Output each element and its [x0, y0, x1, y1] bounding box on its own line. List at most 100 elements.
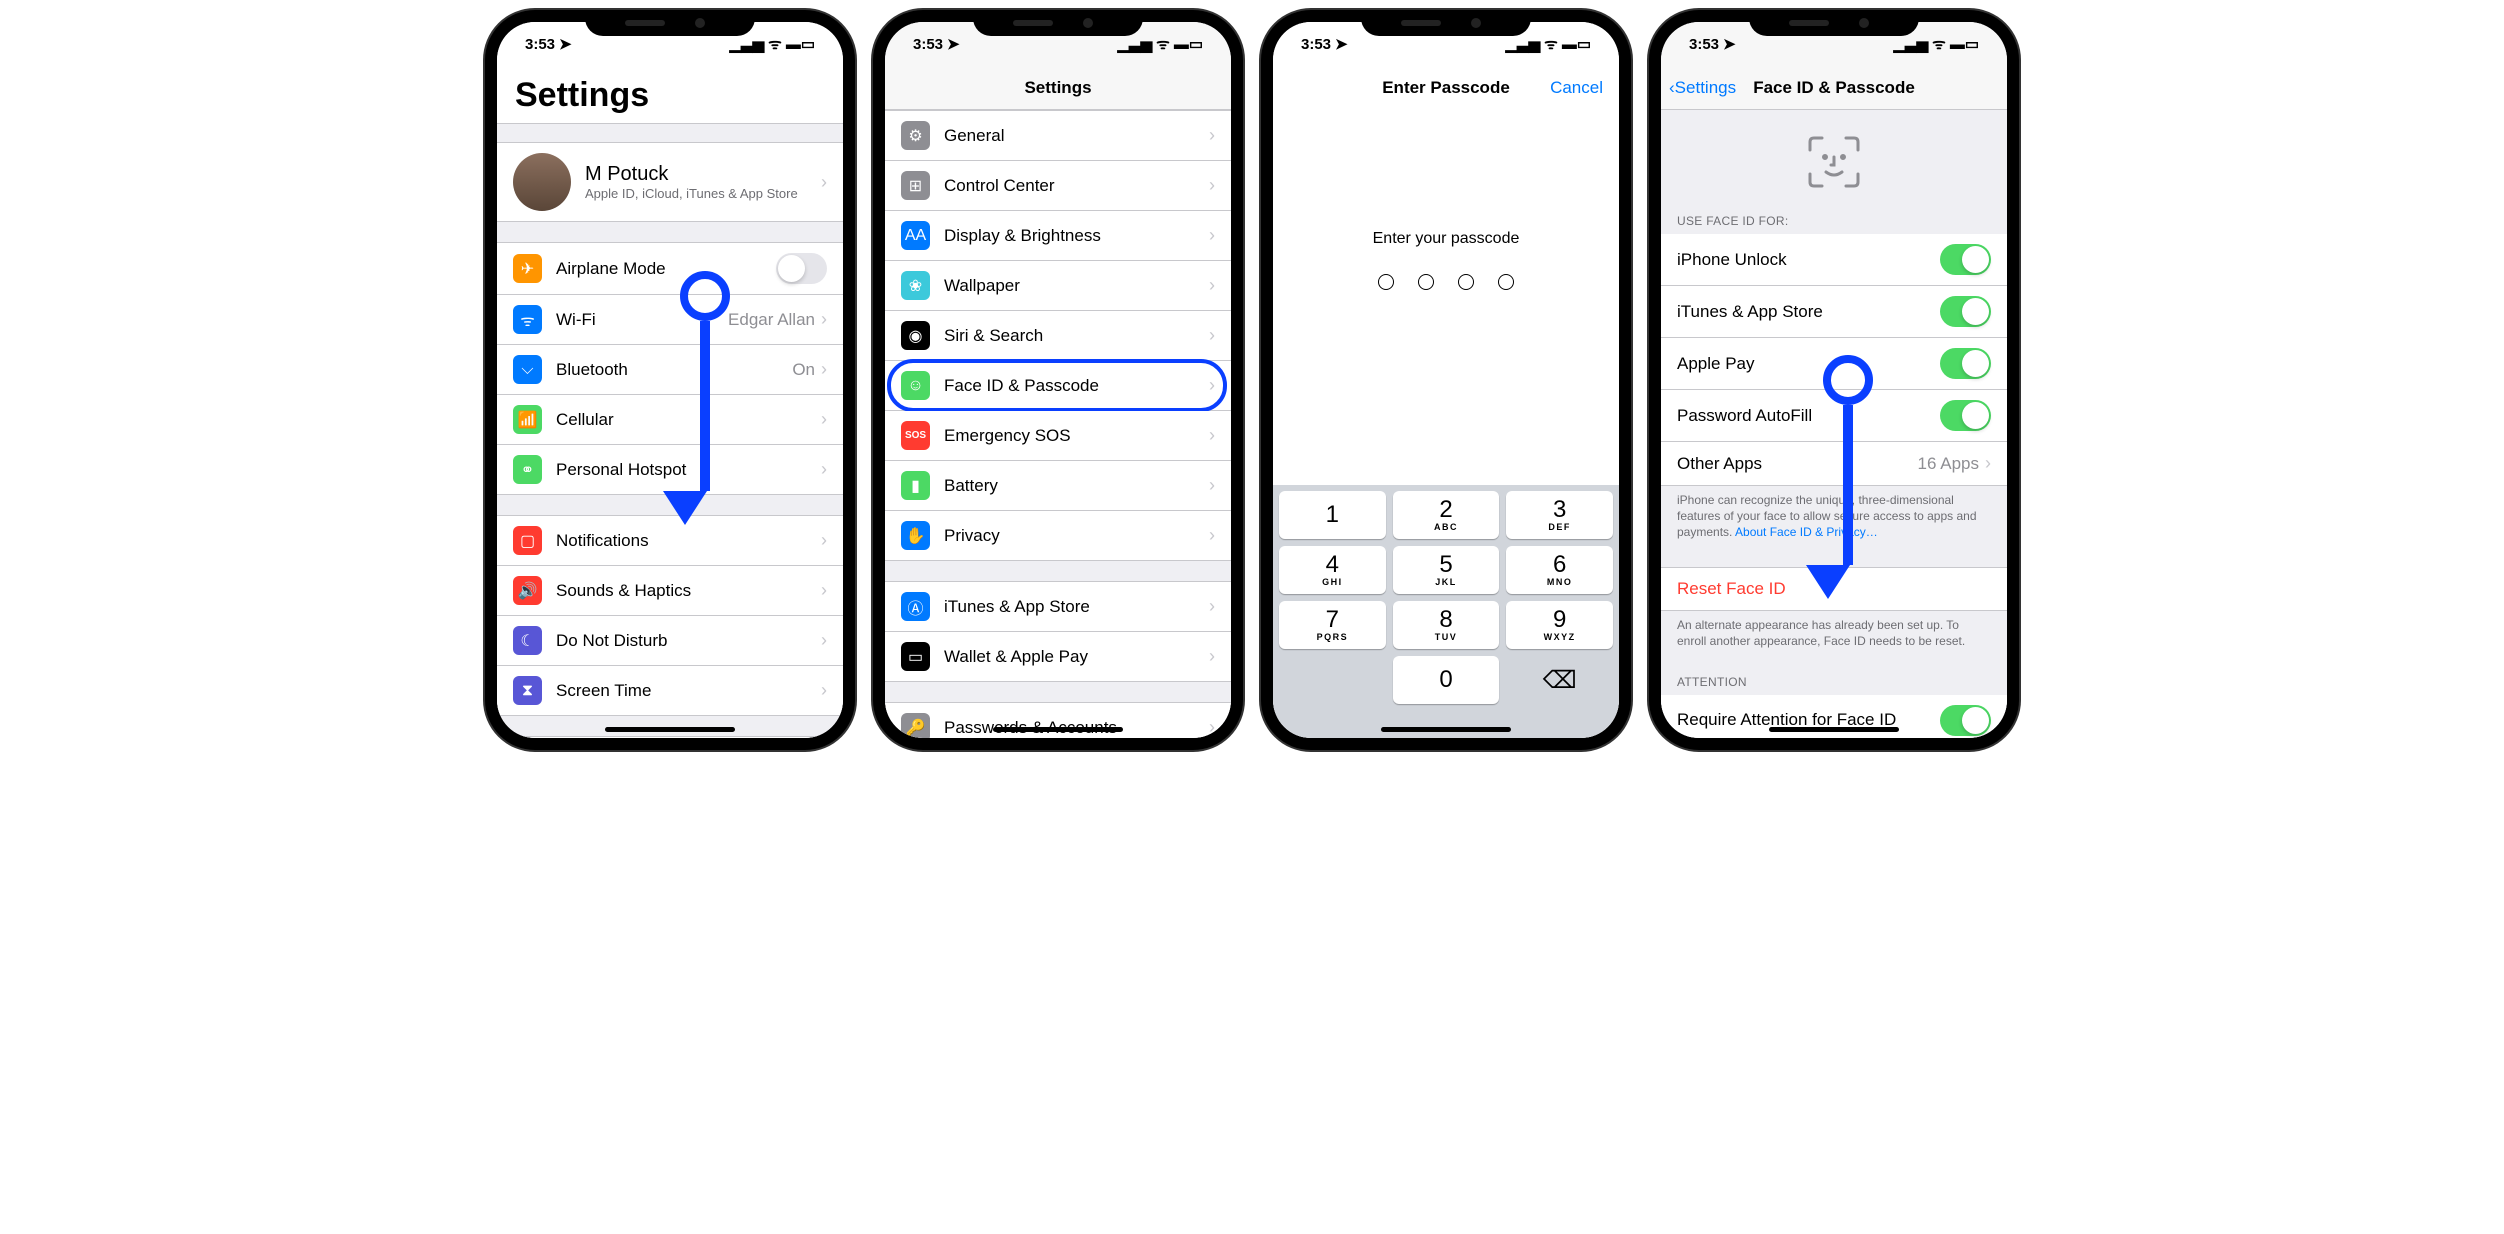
profile-name: M Potuck — [585, 163, 821, 186]
status-time: 3:53 — [525, 36, 555, 53]
key-4[interactable]: 4GHI — [1279, 546, 1386, 594]
wallet-cell[interactable]: ▭Wallet & Apple Pay› — [885, 632, 1231, 682]
key-8[interactable]: 8TUV — [1393, 601, 1500, 649]
chevron-icon: › — [1209, 717, 1215, 738]
key-0[interactable]: 0 — [1393, 656, 1500, 704]
chevron-icon: › — [821, 580, 827, 601]
wallpaper-cell[interactable]: ❀Wallpaper› — [885, 261, 1231, 311]
notch — [1749, 10, 1919, 36]
chevron-icon: › — [1209, 375, 1215, 396]
location-icon: ➤ — [559, 35, 572, 53]
phone-1: 3:53➤ ▁▃▅ᯤ▬▭ Settings M PotuckApple ID, … — [485, 10, 855, 750]
home-indicator[interactable] — [993, 727, 1123, 732]
hotspot-icon: ⚭ — [513, 455, 542, 484]
hourglass-icon: ⧗ — [513, 676, 542, 705]
chevron-icon: › — [1209, 325, 1215, 346]
battery-icon: ▬▭ — [1950, 35, 1979, 53]
otherapps-cell[interactable]: Other Apps16 Apps› — [1661, 442, 2007, 486]
chevron-icon: › — [1209, 596, 1215, 617]
sounds-cell[interactable]: 🔊Sounds & Haptics› — [497, 566, 843, 616]
bluetooth-cell[interactable]: ⌵BluetoothOn› — [497, 345, 843, 395]
cancel-button[interactable]: Cancel — [1550, 78, 1603, 98]
airplane-toggle[interactable] — [776, 253, 827, 284]
notch — [973, 10, 1143, 36]
controlcenter-cell[interactable]: ⊞Control Center› — [885, 161, 1231, 211]
key-delete[interactable]: ⌫ — [1506, 656, 1613, 704]
faceid-large-icon — [1806, 134, 1862, 190]
gear-icon: ⚙ — [901, 121, 930, 150]
wifi-icon: ᯤ — [513, 305, 542, 334]
sos-icon: SOS — [901, 421, 930, 450]
signal-icon: ▁▃▅ — [1506, 35, 1541, 53]
itunes-appstore-cell[interactable]: iTunes & App Store — [1661, 286, 2007, 338]
sos-cell[interactable]: SOSEmergency SOS› — [885, 411, 1231, 461]
airplane-mode-cell[interactable]: ✈Airplane Mode — [497, 242, 843, 295]
section-header: USE FACE ID FOR: — [1661, 208, 2007, 234]
navbar: Settings — [885, 66, 1231, 110]
chevron-icon: › — [821, 172, 827, 193]
section-header: ATTENTION — [1661, 669, 2007, 695]
attention-toggle[interactable] — [1940, 705, 1991, 736]
back-button[interactable]: ‹ Settings — [1669, 78, 1736, 98]
moon-icon: ☾ — [513, 626, 542, 655]
chevron-icon: › — [1209, 125, 1215, 146]
wifi-icon: ᯤ — [1932, 34, 1946, 54]
cellular-cell[interactable]: 📶Cellular› — [497, 395, 843, 445]
home-indicator[interactable] — [605, 727, 735, 732]
passcode-prompt: Enter your passcode — [1273, 230, 1619, 248]
avatar — [513, 153, 571, 211]
apple-id-cell[interactable]: M PotuckApple ID, iCloud, iTunes & App S… — [497, 142, 843, 222]
profile-sub: Apple ID, iCloud, iTunes & App Store — [585, 186, 821, 201]
general-cell[interactable]: ⚙General› — [497, 736, 843, 738]
key-7[interactable]: 7PQRS — [1279, 601, 1386, 649]
faceid-cell[interactable]: ☺Face ID & Passcode› — [885, 361, 1231, 411]
iphone-unlock-toggle[interactable] — [1940, 244, 1991, 275]
key-5[interactable]: 5JKL — [1393, 546, 1500, 594]
notifications-icon: ▢ — [513, 526, 542, 555]
key-2[interactable]: 2ABC — [1393, 491, 1500, 539]
itunes-cell[interactable]: ⒶiTunes & App Store› — [885, 581, 1231, 632]
notifications-cell[interactable]: ▢Notifications› — [497, 515, 843, 566]
location-icon: ➤ — [1723, 35, 1736, 53]
wallet-icon: ▭ — [901, 642, 930, 671]
sounds-icon: 🔊 — [513, 576, 542, 605]
key-6[interactable]: 6MNO — [1506, 546, 1613, 594]
key-1[interactable]: 1 — [1279, 491, 1386, 539]
navbar: Enter Passcode Cancel — [1273, 66, 1619, 110]
notch — [1361, 10, 1531, 36]
privacy-cell[interactable]: ✋Privacy› — [885, 511, 1231, 561]
wifi-icon: ᯤ — [768, 34, 782, 54]
itunes-toggle[interactable] — [1940, 296, 1991, 327]
passwords-cell[interactable]: 🔑Passwords & Accounts› — [885, 702, 1231, 738]
reset-faceid-cell[interactable]: Reset Face ID — [1661, 567, 2007, 611]
about-faceid-link[interactable]: About Face ID & Privacy… — [1735, 525, 1878, 539]
chevron-icon: › — [1209, 425, 1215, 446]
siri-cell[interactable]: ◉Siri & Search› — [885, 311, 1231, 361]
autofill-toggle[interactable] — [1940, 400, 1991, 431]
navbar-title: Settings — [1024, 78, 1091, 98]
home-indicator[interactable] — [1381, 727, 1511, 732]
battery-cell[interactable]: ▮Battery› — [885, 461, 1231, 511]
battery-icon: ▬▭ — [1562, 35, 1591, 53]
key-blank — [1279, 656, 1386, 704]
display-cell[interactable]: AADisplay & Brightness› — [885, 211, 1231, 261]
applepay-toggle[interactable] — [1940, 348, 1991, 379]
location-icon: ➤ — [1335, 35, 1348, 53]
autofill-cell[interactable]: Password AutoFill — [1661, 390, 2007, 442]
chevron-icon: › — [1985, 453, 1991, 474]
wifi-cell[interactable]: ᯤWi-FiEdgar Allan› — [497, 295, 843, 345]
hotspot-cell[interactable]: ⚭Personal Hotspot› — [497, 445, 843, 495]
phone-3: 3:53➤ ▁▃▅ᯤ▬▭ Enter Passcode Cancel Enter… — [1261, 10, 1631, 750]
screentime-cell[interactable]: ⧗Screen Time› — [497, 666, 843, 716]
key-3[interactable]: 3DEF — [1506, 491, 1613, 539]
iphone-unlock-cell[interactable]: iPhone Unlock — [1661, 234, 2007, 286]
bluetooth-icon: ⌵ — [513, 355, 542, 384]
applepay-cell[interactable]: Apple Pay — [1661, 338, 2007, 390]
key-9[interactable]: 9WXYZ — [1506, 601, 1613, 649]
dnd-cell[interactable]: ☾Do Not Disturb› — [497, 616, 843, 666]
appstore-icon: Ⓐ — [901, 592, 930, 621]
home-indicator[interactable] — [1769, 727, 1899, 732]
general-cell[interactable]: ⚙General› — [885, 110, 1231, 161]
chevron-icon: › — [821, 680, 827, 701]
siri-icon: ◉ — [901, 321, 930, 350]
